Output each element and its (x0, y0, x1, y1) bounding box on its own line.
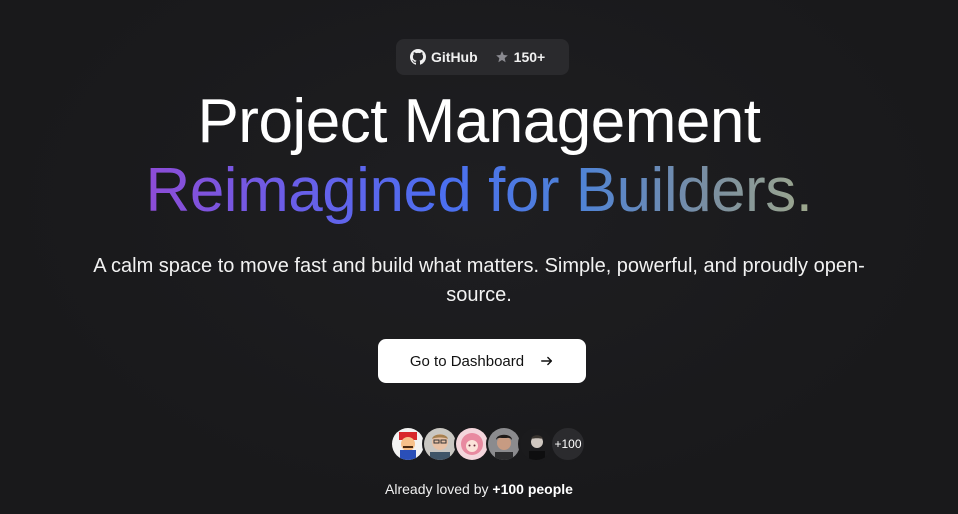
arrow-right-icon (540, 354, 554, 368)
avatar (390, 426, 426, 462)
hero-title-gradient: Reimagined for Builders. (0, 155, 958, 227)
hero-subtitle: A calm space to move fast and build what… (93, 255, 865, 306)
star-icon (495, 50, 509, 64)
avatar (518, 426, 554, 462)
star-count: 150+ (513, 49, 546, 65)
loved-prefix: Already loved by (385, 481, 489, 497)
github-stars-badge[interactable]: GitHub 150+ (396, 39, 569, 75)
github-label: GitHub (431, 49, 478, 65)
user-avatars: +100 (390, 426, 586, 462)
avatar-overflow-count: +100 (550, 426, 586, 462)
social-proof-text: Already loved by +100 people (0, 481, 958, 497)
avatar (454, 426, 490, 462)
avatar (422, 426, 458, 462)
go-to-dashboard-label: Go to Dashboard (409, 352, 525, 370)
landing-hero: GitHub 150+ Project Management Reimagine… (0, 0, 958, 514)
hero-title-gradient-text: Reimagined for Builders. (145, 156, 813, 225)
avatar (486, 426, 522, 462)
github-icon (410, 49, 426, 65)
go-to-dashboard-button[interactable]: Go to Dashboard (378, 339, 586, 383)
loved-count: +100 people (492, 481, 573, 497)
hero-title: Project Management (197, 87, 761, 156)
